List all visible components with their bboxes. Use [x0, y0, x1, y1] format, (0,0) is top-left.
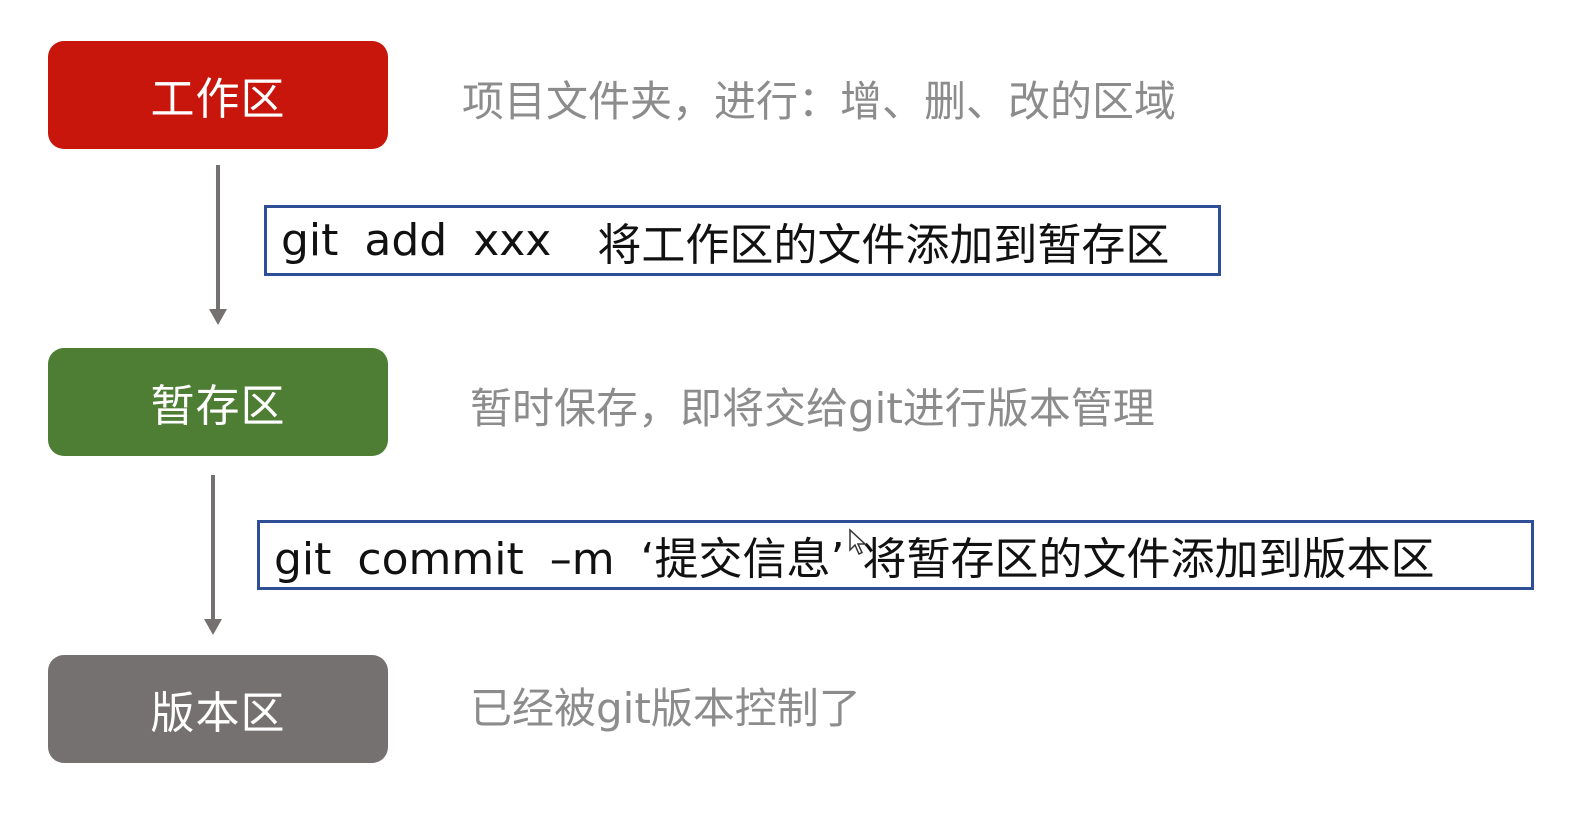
- stage-staging-label: 暂存区: [150, 381, 286, 432]
- stage-work-box: 工作区: [48, 41, 388, 149]
- command-commit-explain: 将暂存区的文件添加到版本区: [862, 534, 1435, 585]
- stage-staging-description: 暂时保存，即将交给git进行版本管理: [470, 384, 1155, 433]
- stage-repository-box: 版本区: [48, 655, 388, 763]
- stage-repository-label: 版本区: [150, 688, 286, 739]
- command-commit-box: git commit –m ‘提交信息’ 将暂存区的文件添加到版本区: [257, 520, 1534, 590]
- command-add-code: git add xxx: [281, 215, 552, 266]
- stage-repository-description: 已经被git版本控制了: [470, 684, 861, 733]
- command-add-box: git add xxx 将工作区的文件添加到暂存区: [264, 205, 1221, 276]
- stage-work-label: 工作区: [150, 74, 286, 125]
- arrow-down-icon: [209, 165, 227, 325]
- command-add-explain: 将工作区的文件添加到暂存区: [597, 219, 1170, 271]
- arrow-down-icon: [204, 475, 222, 635]
- stage-work-description: 项目文件夹，进行：增、删、改的区域: [462, 77, 1177, 126]
- mouse-cursor-icon: [849, 528, 867, 556]
- command-commit-code: git commit –m ‘提交信息’: [274, 534, 845, 585]
- stage-staging-box: 暂存区: [48, 348, 388, 456]
